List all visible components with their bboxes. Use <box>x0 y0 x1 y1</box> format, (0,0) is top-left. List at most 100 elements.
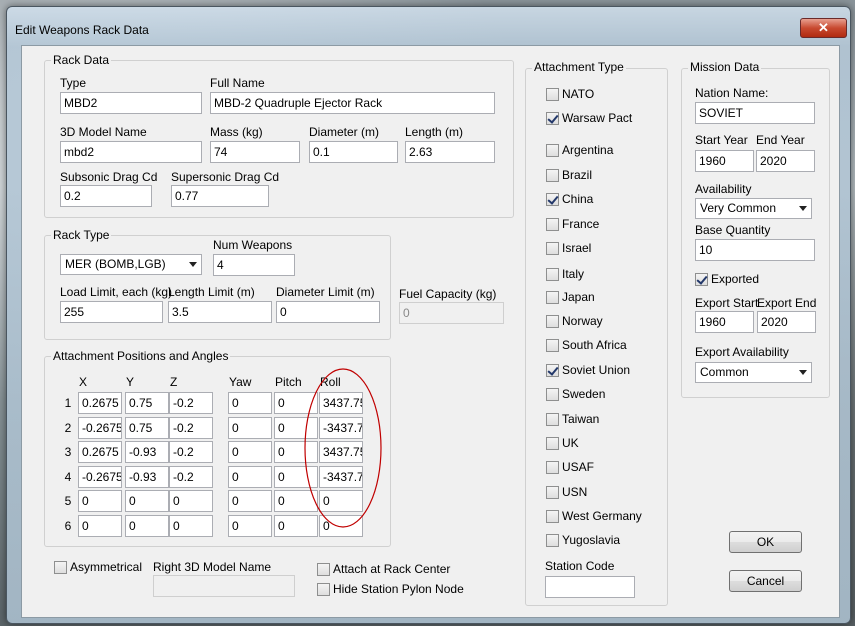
base-quantity-field[interactable]: 10 <box>695 239 815 261</box>
cell-roll[interactable]: 3437.75 <box>319 392 363 414</box>
cell-pitch[interactable]: 0 <box>274 416 318 439</box>
attachment-checkbox[interactable] <box>546 339 559 352</box>
cell-x[interactable]: -0.2675 <box>78 416 122 439</box>
cell-pitch[interactable]: 0 <box>274 490 318 512</box>
nation-name-field[interactable]: SOVIET <box>695 102 815 124</box>
positions-group-label: Attachment Positions and Angles <box>51 349 231 363</box>
exported-checkbox[interactable] <box>695 273 708 286</box>
attachment-checkbox[interactable] <box>546 88 559 101</box>
export-end-field[interactable]: 2020 <box>757 311 816 333</box>
cell-x[interactable]: -0.2675 <box>78 465 122 488</box>
mass-field[interactable]: 74 <box>210 141 300 163</box>
cell-yaw[interactable]: 0 <box>228 392 272 414</box>
asymmetrical-label: Asymmetrical <box>70 560 143 574</box>
model-name-field[interactable]: mbd2 <box>60 141 202 163</box>
cell-yaw[interactable]: 0 <box>228 416 272 439</box>
attach-center-checkbox[interactable] <box>317 563 330 576</box>
full-name-field[interactable]: MBD-2 Quadruple Ejector Rack <box>210 92 495 114</box>
attachment-checkbox-label: Italy <box>562 267 585 281</box>
cell-z[interactable]: -0.2 <box>169 416 213 439</box>
row-number: 5 <box>64 494 72 508</box>
cell-pitch[interactable]: 0 <box>274 514 318 537</box>
cell-pitch[interactable]: 0 <box>274 441 318 463</box>
load-limit-field[interactable]: 255 <box>60 301 163 323</box>
cell-z[interactable]: -0.2 <box>169 465 213 488</box>
attachment-checkbox-label: Yugoslavia <box>562 533 621 547</box>
cell-roll[interactable]: 0 <box>319 514 363 537</box>
cell-x[interactable]: 0 <box>78 490 122 512</box>
supersonic-drag-field[interactable]: 0.77 <box>171 185 269 207</box>
dialog-client-area: Rack Data Type MBD2 Full Name MBD-2 Quad… <box>21 45 840 618</box>
attachment-checkbox-label: China <box>562 192 594 206</box>
attachment-checkbox[interactable] <box>546 413 559 426</box>
attachment-checkbox[interactable] <box>546 486 559 499</box>
attachment-checkbox[interactable] <box>546 534 559 547</box>
column-header-pitch: Pitch <box>275 375 302 389</box>
cell-x[interactable]: 0.2675 <box>78 392 122 414</box>
cell-roll[interactable]: 0 <box>319 490 363 512</box>
num-weapons-field[interactable]: 4 <box>213 254 295 276</box>
attachment-checkbox-label: Norway <box>562 314 603 328</box>
diameter-field[interactable]: 0.1 <box>309 141 398 163</box>
rack-data-group-label: Rack Data <box>51 53 112 67</box>
export-availability-label: Export Availability <box>695 345 789 359</box>
attachment-checkbox[interactable] <box>546 268 559 281</box>
cell-pitch[interactable]: 0 <box>274 392 318 414</box>
export-availability-dropdown[interactable]: Common <box>695 362 812 383</box>
attachment-checkbox[interactable] <box>546 242 559 255</box>
cell-roll[interactable]: 3437.75 <box>319 441 363 463</box>
attachment-checkbox[interactable] <box>546 461 559 474</box>
attachment-checkbox[interactable] <box>546 510 559 523</box>
hide-pylon-checkbox[interactable] <box>317 583 330 596</box>
export-start-field[interactable]: 1960 <box>695 311 754 333</box>
end-year-field[interactable]: 2020 <box>756 150 815 172</box>
attachment-checkbox[interactable] <box>546 437 559 450</box>
attachment-checkbox[interactable] <box>546 218 559 231</box>
rack-type-value: MER (BOMB,LGB) <box>65 257 166 271</box>
cell-x[interactable]: 0.2675 <box>78 441 122 463</box>
cell-z[interactable]: -0.2 <box>169 392 213 414</box>
diameter-limit-field[interactable]: 0 <box>276 301 380 323</box>
attachment-checkbox[interactable] <box>546 315 559 328</box>
cell-x[interactable]: 0 <box>78 514 122 537</box>
attachment-checkbox[interactable] <box>546 112 559 125</box>
cell-y[interactable]: 0.75 <box>125 392 169 414</box>
close-button[interactable]: ✕ <box>800 18 847 38</box>
cell-yaw[interactable]: 0 <box>228 490 272 512</box>
attachment-checkbox-label: Japan <box>562 290 595 304</box>
cancel-button[interactable]: Cancel <box>729 570 802 592</box>
type-field[interactable]: MBD2 <box>60 92 202 114</box>
cell-roll[interactable]: -3437.75 <box>319 465 363 488</box>
right-model-field <box>153 575 295 597</box>
cell-yaw[interactable]: 0 <box>228 514 272 537</box>
cell-y[interactable]: -0.93 <box>125 465 169 488</box>
station-code-field[interactable] <box>545 576 635 598</box>
asymmetrical-checkbox[interactable] <box>54 561 67 574</box>
attachment-checkbox[interactable] <box>546 144 559 157</box>
ok-button[interactable]: OK <box>729 531 802 553</box>
length-limit-field[interactable]: 3.5 <box>168 301 272 323</box>
cell-yaw[interactable]: 0 <box>228 441 272 463</box>
cell-yaw[interactable]: 0 <box>228 465 272 488</box>
availability-dropdown[interactable]: Very Common <box>695 198 812 219</box>
cell-z[interactable]: 0 <box>169 490 213 512</box>
cell-pitch[interactable]: 0 <box>274 465 318 488</box>
subsonic-drag-field[interactable]: 0.2 <box>60 185 152 207</box>
full-name-label: Full Name <box>210 76 265 90</box>
cell-z[interactable]: 0 <box>169 514 213 537</box>
attachment-checkbox[interactable] <box>546 388 559 401</box>
start-year-field[interactable]: 1960 <box>695 150 754 172</box>
attachment-checkbox[interactable] <box>546 291 559 304</box>
attachment-checkbox[interactable] <box>546 364 559 377</box>
attachment-checkbox[interactable] <box>546 169 559 182</box>
attachment-checkbox[interactable] <box>546 193 559 206</box>
cell-z[interactable]: -0.2 <box>169 441 213 463</box>
cell-y[interactable]: 0.75 <box>125 416 169 439</box>
cell-y[interactable]: -0.93 <box>125 441 169 463</box>
cell-roll[interactable]: -3437.75 <box>319 416 363 439</box>
rack-type-dropdown[interactable]: MER (BOMB,LGB) <box>60 254 202 275</box>
attachment-checkbox-label: NATO <box>562 87 595 101</box>
cell-y[interactable]: 0 <box>125 514 169 537</box>
cell-y[interactable]: 0 <box>125 490 169 512</box>
length-field[interactable]: 2.63 <box>405 141 495 163</box>
